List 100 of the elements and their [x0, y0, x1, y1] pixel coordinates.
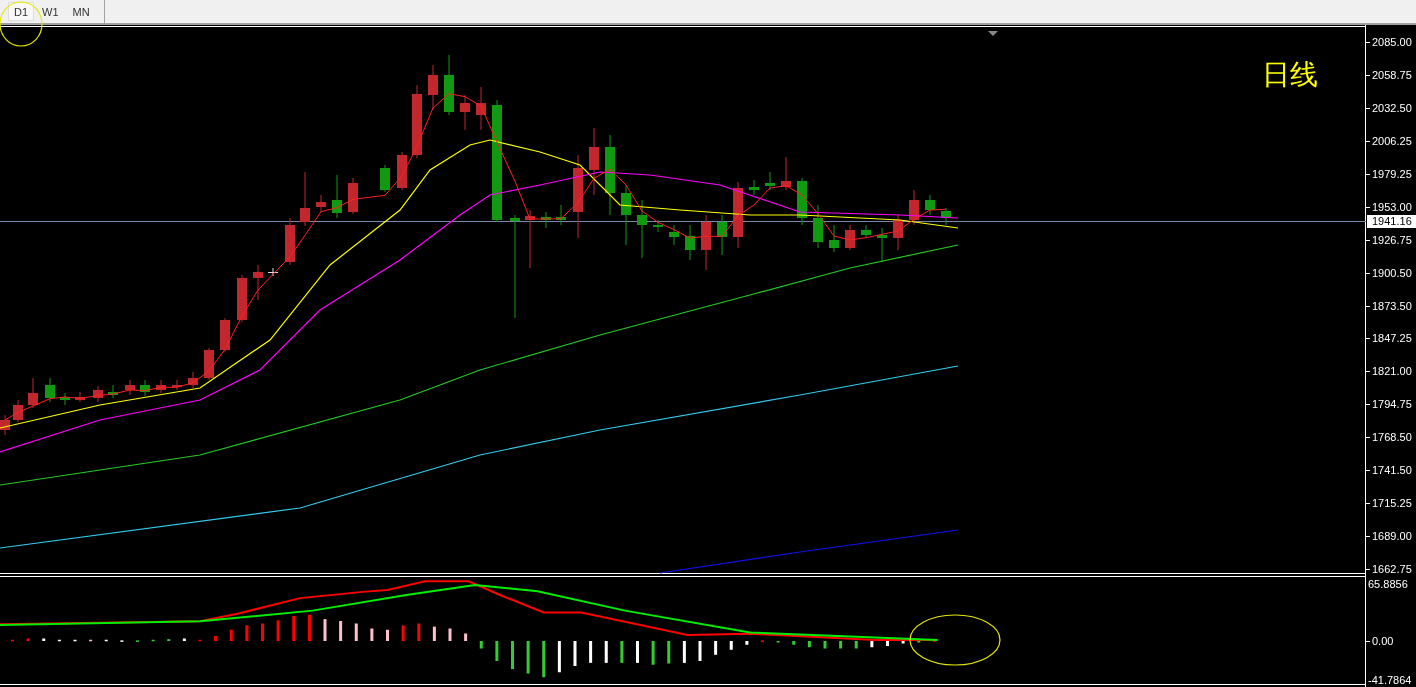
histogram-bar [401, 625, 405, 641]
candlestick [332, 174, 342, 219]
histogram-bar [870, 641, 874, 648]
histogram-bar [151, 639, 155, 642]
histogram-bar [198, 639, 202, 642]
timeframe-tab[interactable]: D1 [8, 2, 35, 21]
candlestick [237, 274, 247, 323]
histogram-bar [839, 641, 843, 649]
candlestick [621, 184, 631, 246]
candlestick [941, 207, 951, 226]
timeframe-tab[interactable]: MN [66, 2, 96, 21]
histogram-bar [807, 641, 811, 648]
histogram-bar [854, 641, 858, 649]
candlestick [188, 371, 198, 389]
candlestick [717, 214, 727, 256]
indicator-axis-label: -41.7864 [1367, 674, 1413, 687]
histogram-bar [292, 616, 296, 641]
histogram-bar [182, 638, 186, 641]
histogram-bar [698, 641, 702, 661]
candlestick [220, 317, 230, 353]
candlestick [765, 171, 775, 191]
candlestick [541, 211, 551, 229]
candlestick [589, 127, 599, 196]
candlestick [476, 86, 486, 131]
histogram-bar [245, 625, 249, 641]
candlestick [28, 377, 38, 409]
histogram-bar [432, 626, 436, 641]
histogram-bar [57, 639, 61, 642]
histogram-bar [448, 628, 452, 641]
candlestick [93, 385, 103, 403]
candlestick [45, 377, 55, 403]
indicator-axis-label: 65.8856 [1367, 578, 1409, 591]
histogram-bar [604, 641, 608, 663]
candlestick [669, 224, 679, 246]
histogram-bar [104, 639, 108, 642]
histogram-bar [573, 641, 577, 666]
histogram-bar [682, 641, 686, 663]
candlestick [253, 264, 263, 301]
histogram-bar [417, 623, 421, 641]
histogram-bar [479, 641, 483, 649]
candlestick [909, 189, 919, 226]
histogram-bar [354, 623, 358, 641]
histogram-bar [89, 639, 93, 642]
histogram-bar [42, 638, 46, 641]
candlestick [701, 214, 711, 271]
histogram-bar [901, 641, 905, 644]
candlestick [60, 392, 70, 406]
histogram-bar [26, 638, 30, 641]
candlestick [140, 379, 150, 397]
candlestick [460, 94, 470, 131]
histogram-bar [464, 633, 468, 641]
histogram-bar [729, 641, 733, 650]
histogram-bar [261, 623, 264, 641]
histogram-bar [636, 641, 639, 663]
chart-label: 日线 [1262, 59, 1318, 91]
timeframe-tab[interactable]: W1 [36, 2, 65, 21]
candlestick [428, 64, 438, 111]
candlestick [444, 54, 454, 116]
histogram-bar [620, 641, 624, 663]
candlestick [797, 177, 807, 226]
candlestick [316, 194, 326, 213]
histogram-bar [823, 641, 827, 649]
candlestick [108, 384, 118, 399]
histogram-bar [214, 636, 218, 641]
candlestick [781, 156, 791, 191]
current-price-label: 1941.16 [1367, 215, 1416, 228]
triangle-icon [988, 31, 998, 36]
histogram-bar [511, 641, 514, 670]
candlestick [685, 224, 695, 261]
candlestick [13, 399, 23, 423]
histogram-bar [667, 641, 671, 664]
candlestick [172, 379, 182, 391]
histogram-bar [886, 641, 889, 646]
histogram-bar [557, 641, 561, 673]
histogram-bar [307, 614, 311, 641]
candlestick [556, 204, 566, 226]
candlestick [0, 414, 10, 436]
candlestick [653, 219, 663, 233]
histogram-bar [792, 641, 796, 645]
histogram-bar [339, 621, 343, 641]
candlestick [285, 217, 295, 266]
candlestick [268, 267, 278, 277]
candlestick [877, 227, 887, 263]
candlestick [156, 379, 166, 394]
histogram-bar [11, 639, 14, 642]
candlestick [525, 209, 535, 269]
histogram-bar [370, 628, 374, 641]
candlestick [925, 194, 935, 216]
histogram-bar [651, 641, 655, 665]
histogram-bar [386, 629, 389, 641]
histogram-bar [323, 619, 327, 641]
candlestick [749, 179, 759, 196]
histogram-bar [589, 641, 593, 663]
candlestick [125, 379, 135, 396]
histogram-bar [276, 620, 280, 641]
candlestick [733, 181, 743, 249]
candlestick [813, 204, 823, 249]
candlestick [829, 224, 839, 253]
histogram-bar [542, 641, 546, 678]
histogram-bar [714, 641, 718, 655]
